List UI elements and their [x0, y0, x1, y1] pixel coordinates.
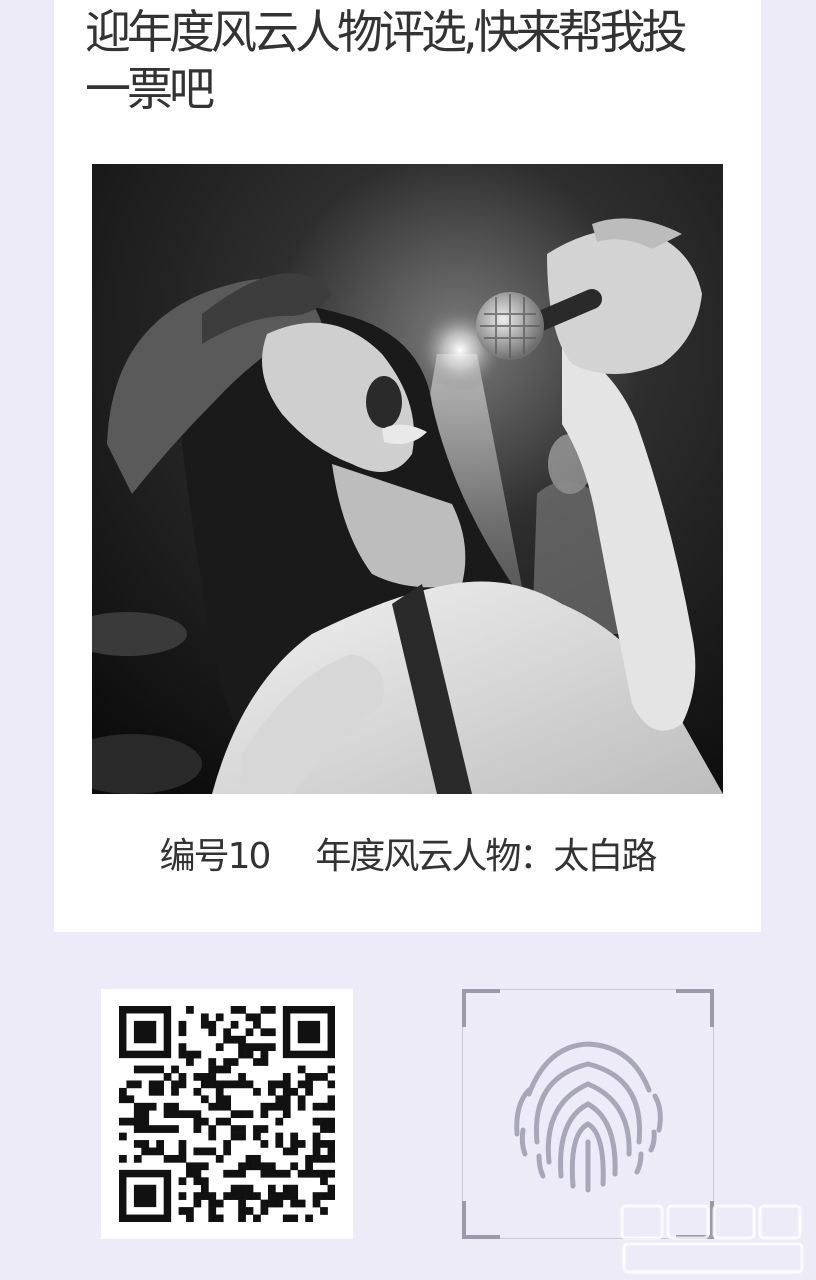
qr-code-icon[interactable]	[101, 989, 353, 1239]
candidate-caption: 编号10 年度风云人物：太白路	[54, 834, 761, 880]
site-watermark	[614, 1200, 814, 1278]
frame-corner	[676, 989, 714, 1027]
frame-corner	[462, 1201, 500, 1239]
candidate-number: 编号10	[159, 836, 272, 877]
candidate-photo	[92, 164, 723, 794]
award-title: 年度风云人物	[315, 836, 521, 877]
page-title: 迎年度风云人物评选,快来帮我投一票吧	[85, 5, 688, 116]
fingerprint-icon	[514, 1041, 663, 1193]
vote-card: 迎年度风云人物评选,快来帮我投一票吧 编号10 年度风云人物：太白路	[54, 0, 761, 932]
frame-corner	[462, 989, 500, 1027]
candidate-name: ：太白路	[519, 836, 657, 877]
